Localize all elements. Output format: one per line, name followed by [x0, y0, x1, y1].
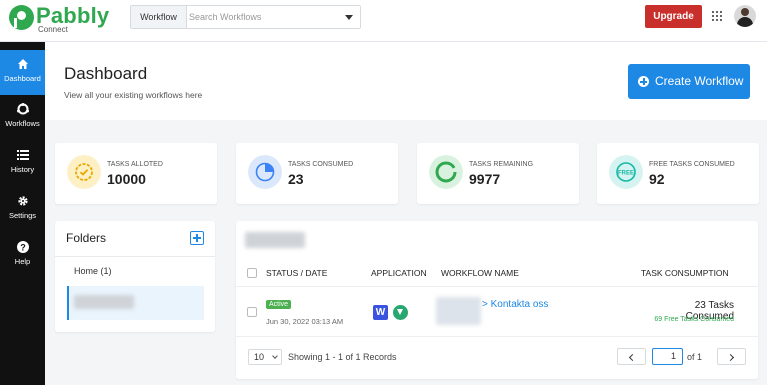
stat-value: 10000: [107, 171, 146, 187]
stat-card-tasks-alloted: TASKS ALLOTED 10000: [55, 143, 217, 204]
divider: [236, 336, 758, 337]
create-workflow-label: Create Workflow: [655, 74, 744, 88]
page-title: Dashboard: [64, 64, 148, 83]
pabbly-logo-icon: [9, 5, 34, 30]
apps-grid-icon[interactable]: [712, 11, 722, 21]
records-summary: Showing 1 - 1 of 1 Records: [288, 352, 397, 362]
svg-text:?: ?: [20, 243, 26, 253]
stat-card-tasks-remaining: TASKS REMAINING 9977: [417, 143, 579, 204]
page-subtitle: View all your existing workflows here: [64, 90, 203, 100]
top-bar: Pabbly Connect Workflow Upgrade: [0, 0, 767, 42]
page-header: Dashboard View all your existing workflo…: [45, 42, 767, 120]
sidebar-item-label: Workflows: [5, 119, 40, 128]
free-tasks-consumed: 69 Free Tasks Consumed: [654, 316, 734, 323]
sidebar: Dashboard Workflows History Settings ? H…: [0, 42, 45, 385]
stat-value: 23: [288, 171, 304, 187]
svg-text:FREE: FREE: [618, 171, 634, 177]
plus-circle-icon: [638, 76, 649, 87]
stat-label: TASKS ALLOTED: [107, 161, 163, 168]
sidebar-item-dashboard[interactable]: Dashboard: [0, 50, 45, 95]
select-all-checkbox[interactable]: [247, 268, 257, 278]
redacted-workflow-prefix: [436, 297, 481, 325]
folder-item-selected[interactable]: [67, 286, 204, 320]
next-page-button[interactable]: [717, 348, 746, 365]
redacted-folder-name: [74, 295, 134, 309]
divider: [55, 256, 215, 257]
row-date: Jun 30, 2022 03:13 AM: [266, 317, 344, 326]
column-header-task-consumption: TASK CONSUMPTION: [641, 268, 729, 278]
stat-card-tasks-consumed: TASKS CONSUMED 23: [236, 143, 398, 204]
workflows-icon: [16, 103, 29, 115]
row-checkbox[interactable]: [247, 307, 257, 317]
filter-icon: [393, 305, 408, 320]
upgrade-button[interactable]: Upgrade: [645, 5, 702, 28]
workflow-name-link[interactable]: > Kontakta oss: [482, 299, 548, 310]
sidebar-item-label: Settings: [8, 211, 37, 220]
chevron-left-icon: [628, 353, 637, 362]
sidebar-item-label: Help: [14, 257, 31, 266]
stat-value: 92: [649, 171, 665, 187]
webflow-icon: W: [373, 305, 388, 320]
folders-title: Folders: [66, 231, 107, 245]
stat-label: TASKS REMAINING: [469, 161, 534, 168]
folders-panel: Folders Home (1): [55, 221, 215, 332]
badge-check-icon: [67, 155, 101, 189]
previous-page-button[interactable]: [617, 348, 646, 365]
create-workflow-button[interactable]: Create Workflow: [628, 64, 750, 99]
sidebar-item-label: Dashboard: [4, 74, 41, 83]
history-icon: [16, 150, 29, 160]
status-badge: Active: [266, 300, 292, 309]
column-header-application: APPLICATION: [371, 268, 427, 278]
column-header-workflow-name: WORKFLOW NAME: [441, 268, 519, 278]
search-category[interactable]: Workflow: [131, 6, 187, 28]
progress-ring-icon: [429, 155, 463, 189]
sidebar-item-settings[interactable]: Settings: [0, 187, 45, 232]
help-icon: ?: [16, 241, 29, 253]
gear-icon: [17, 196, 28, 206]
column-header-status-date: STATUS / DATE: [266, 268, 328, 278]
redacted-folder-heading: [245, 232, 305, 248]
user-avatar[interactable]: [734, 5, 756, 27]
page-number-input[interactable]: 1: [652, 348, 683, 365]
chevron-down-icon[interactable]: [345, 15, 353, 20]
search-input[interactable]: [189, 6, 339, 28]
workflows-table-panel: STATUS / DATE APPLICATION WORKFLOW NAME …: [236, 221, 758, 379]
free-badge-icon: FREE: [609, 155, 643, 189]
sidebar-item-history[interactable]: History: [0, 141, 45, 186]
stat-value: 9977: [469, 171, 501, 187]
pie-chart-icon: [248, 155, 282, 189]
stat-card-free-tasks-consumed: FREE FREE TASKS CONSUMED 92: [597, 143, 759, 204]
search-bar: Workflow: [130, 5, 361, 29]
sidebar-item-label: History: [10, 165, 35, 174]
per-page-select[interactable]: 10: [248, 349, 282, 365]
chevron-down-icon: [272, 353, 278, 359]
home-icon: [17, 59, 28, 69]
brand-subname: Connect: [38, 25, 68, 34]
add-folder-icon[interactable]: [190, 231, 204, 245]
sidebar-item-workflows[interactable]: Workflows: [0, 95, 45, 140]
chevron-right-icon: [726, 353, 735, 362]
folder-item-home[interactable]: Home (1): [74, 266, 112, 276]
stat-label: FREE TASKS CONSUMED: [649, 161, 735, 168]
per-page-value: 10: [254, 352, 265, 362]
sidebar-item-help[interactable]: ? Help: [0, 233, 45, 278]
divider: [236, 286, 758, 287]
stat-label: TASKS CONSUMED: [288, 161, 354, 168]
pabbly-logo[interactable]: Pabbly Connect: [9, 3, 109, 37]
page-total: of 1: [687, 352, 703, 362]
